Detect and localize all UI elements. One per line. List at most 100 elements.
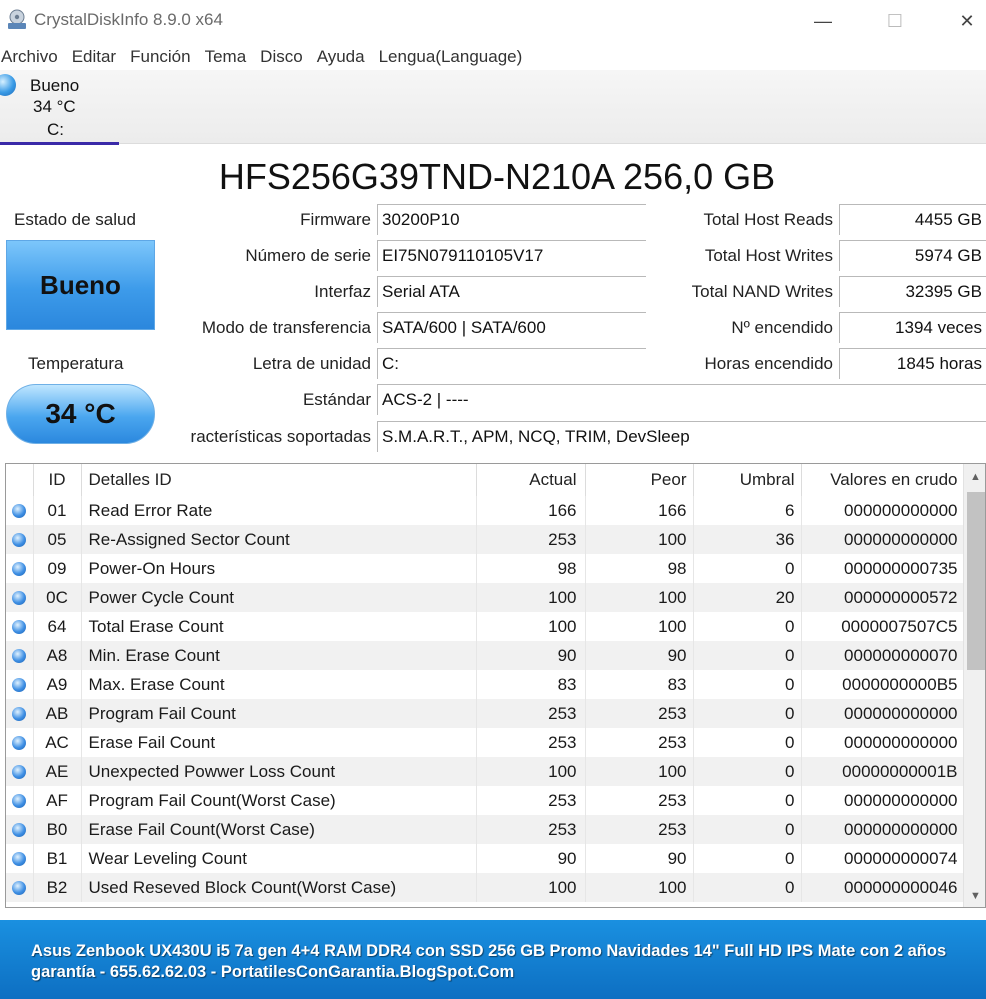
table-row[interactable]: 64 Total Erase Count 100 100 0 0000007507C5	[6, 612, 964, 641]
column-header-status[interactable]	[6, 464, 34, 496]
table-row[interactable]: 09 Power-On Hours 98 98 0 000000000735	[6, 554, 964, 583]
attribute-current: 90	[476, 844, 586, 873]
attribute-current: 253	[476, 786, 586, 815]
table-row[interactable]: AB Program Fail Count 253 253 0 000000000000	[6, 699, 964, 728]
table-row[interactable]: B2 Used Reseved Block Count(Worst Case) 10…	[6, 873, 964, 902]
attribute-raw: 000000000000	[801, 728, 964, 757]
close-button[interactable]: ✕	[944, 6, 986, 36]
attribute-id: B1	[33, 844, 82, 873]
status-dot-icon	[12, 678, 27, 693]
attribute-name: Min. Erase Count	[81, 641, 477, 670]
attribute-threshold: 20	[693, 583, 802, 612]
attribute-name: Power-On Hours	[81, 554, 477, 583]
attribute-id: 0C	[33, 583, 82, 612]
attribute-name: Total Erase Count	[81, 612, 477, 641]
scroll-down-arrow-icon[interactable]: ▼	[964, 883, 985, 907]
power-on-hours-value: 1845 horas	[839, 348, 986, 379]
table-row[interactable]: A8 Min. Erase Count 90 90 0 000000000070	[6, 641, 964, 670]
nand-writes-label: Total NAND Writes	[691, 282, 833, 301]
table-row[interactable]: 01 Read Error Rate 166 166 6 000000000000	[6, 496, 964, 525]
attribute-raw: 000000000074	[801, 844, 964, 873]
active-tab-indicator	[0, 142, 119, 145]
attribute-threshold: 0	[693, 670, 802, 699]
menu-archivo[interactable]: Archivo	[0, 44, 65, 70]
attribute-name: Used Reseved Block Count(Worst Case)	[81, 873, 477, 902]
host-writes-label: Total Host Writes	[704, 246, 833, 265]
attribute-id: A9	[33, 670, 82, 699]
disk-tab-c[interactable]: Bueno 34 °C C:	[0, 70, 119, 145]
status-cell	[6, 728, 34, 757]
interface-value: Serial ATA	[377, 276, 646, 307]
menu-funcion[interactable]: Función	[129, 44, 197, 70]
menu-ayuda[interactable]: Ayuda	[316, 44, 372, 70]
table-row[interactable]: 05 Re-Assigned Sector Count 253 100 36 000000…	[6, 525, 964, 554]
health-status-button[interactable]: Bueno	[6, 240, 155, 330]
attribute-id: A8	[33, 641, 82, 670]
attribute-raw: 000000000000	[801, 496, 964, 525]
attribute-worst: 253	[585, 786, 694, 815]
column-header-threshold[interactable]: Umbral	[693, 464, 802, 496]
banner-line-2: garantía - 655.62.62.03 - PortatilesConG…	[31, 963, 515, 981]
column-header-name[interactable]: Detalles ID	[81, 464, 477, 496]
status-cell	[6, 583, 34, 612]
column-header-current[interactable]: Actual	[476, 464, 586, 496]
attribute-worst: 100	[585, 525, 694, 554]
column-header-worst[interactable]: Peor	[585, 464, 694, 496]
attribute-worst: 90	[585, 641, 694, 670]
scroll-up-arrow-icon[interactable]: ▲	[964, 464, 985, 490]
status-dot-icon	[12, 620, 27, 635]
menu-tema[interactable]: Tema	[204, 44, 254, 70]
host-reads-label: Total Host Reads	[703, 210, 833, 229]
attribute-raw: 000000000735	[801, 554, 964, 583]
table-row[interactable]: AE Unexpected Powwer Loss Count 100 100 0 000…	[6, 757, 964, 786]
transfer-mode-label: Modo de transferencia	[201, 318, 371, 337]
attribute-worst: 100	[585, 873, 694, 902]
menu-disco[interactable]: Disco	[259, 44, 310, 70]
menu-editar[interactable]: Editar	[71, 44, 123, 70]
maximize-button[interactable]: ☐	[872, 6, 918, 36]
disk-tab-status: Bueno	[30, 76, 80, 95]
table-row[interactable]: AC Erase Fail Count 253 253 0 000000000000	[6, 728, 964, 757]
temperature-button[interactable]: 34 °C	[6, 384, 155, 444]
table-scrollbar[interactable]: ▲ ▼	[963, 464, 985, 907]
attribute-name: Max. Erase Count	[81, 670, 477, 699]
column-header-id[interactable]: ID	[33, 464, 82, 496]
attribute-raw: 0000007507C5	[801, 612, 964, 641]
features-value: S.M.A.R.T., APM, NCQ, TRIM, DevSleep	[377, 421, 986, 452]
menu-lengua[interactable]: Lengua(Language)	[378, 44, 530, 70]
attribute-id: AB	[33, 699, 82, 728]
attribute-current: 100	[476, 583, 586, 612]
serial-value: EI75N079110105V17	[377, 240, 646, 271]
attribute-worst: 253	[585, 699, 694, 728]
smart-attributes-table[interactable]: ID Detalles ID Actual Peor Umbral Valore…	[5, 463, 986, 908]
table-row[interactable]: A9 Max. Erase Count 83 83 0 0000000000B5	[6, 670, 964, 699]
attribute-name: Erase Fail Count(Worst Case)	[81, 815, 477, 844]
attribute-threshold: 0	[693, 728, 802, 757]
table-row[interactable]: B0 Erase Fail Count(Worst Case) 253 253 0 000…	[6, 815, 964, 844]
table-row[interactable]: AF Program Fail Count(Worst Case) 253 253 0 0…	[6, 786, 964, 815]
attribute-threshold: 6	[693, 496, 802, 525]
scrollbar-thumb[interactable]	[967, 492, 985, 670]
status-dot-icon	[12, 562, 27, 577]
table-row[interactable]: B1 Wear Leveling Count 90 90 0 000000000074	[6, 844, 964, 873]
attribute-current: 253	[476, 728, 586, 757]
attribute-raw: 000000000000	[801, 525, 964, 554]
attribute-raw: 00000000001B	[801, 757, 964, 786]
attribute-name: Re-Assigned Sector Count	[81, 525, 477, 554]
table-row[interactable]: 0C Power Cycle Count 100 100 20 000000000572	[6, 583, 964, 612]
attribute-id: B0	[33, 815, 82, 844]
status-dot-icon	[12, 591, 27, 606]
attribute-worst: 100	[585, 757, 694, 786]
attribute-name: Program Fail Count(Worst Case)	[81, 786, 477, 815]
power-on-count-label: Nº encendido	[731, 318, 833, 337]
attribute-current: 253	[476, 699, 586, 728]
attribute-threshold: 0	[693, 815, 802, 844]
attribute-current: 253	[476, 815, 586, 844]
transfer-mode-value: SATA/600 | SATA/600	[377, 312, 646, 343]
minimize-button[interactable]: —	[800, 6, 846, 36]
status-cell	[6, 612, 34, 641]
status-cell	[6, 786, 34, 815]
attribute-id: 01	[33, 496, 82, 525]
column-header-raw[interactable]: Valores en crudo	[801, 464, 964, 496]
status-dot-icon	[12, 504, 27, 519]
